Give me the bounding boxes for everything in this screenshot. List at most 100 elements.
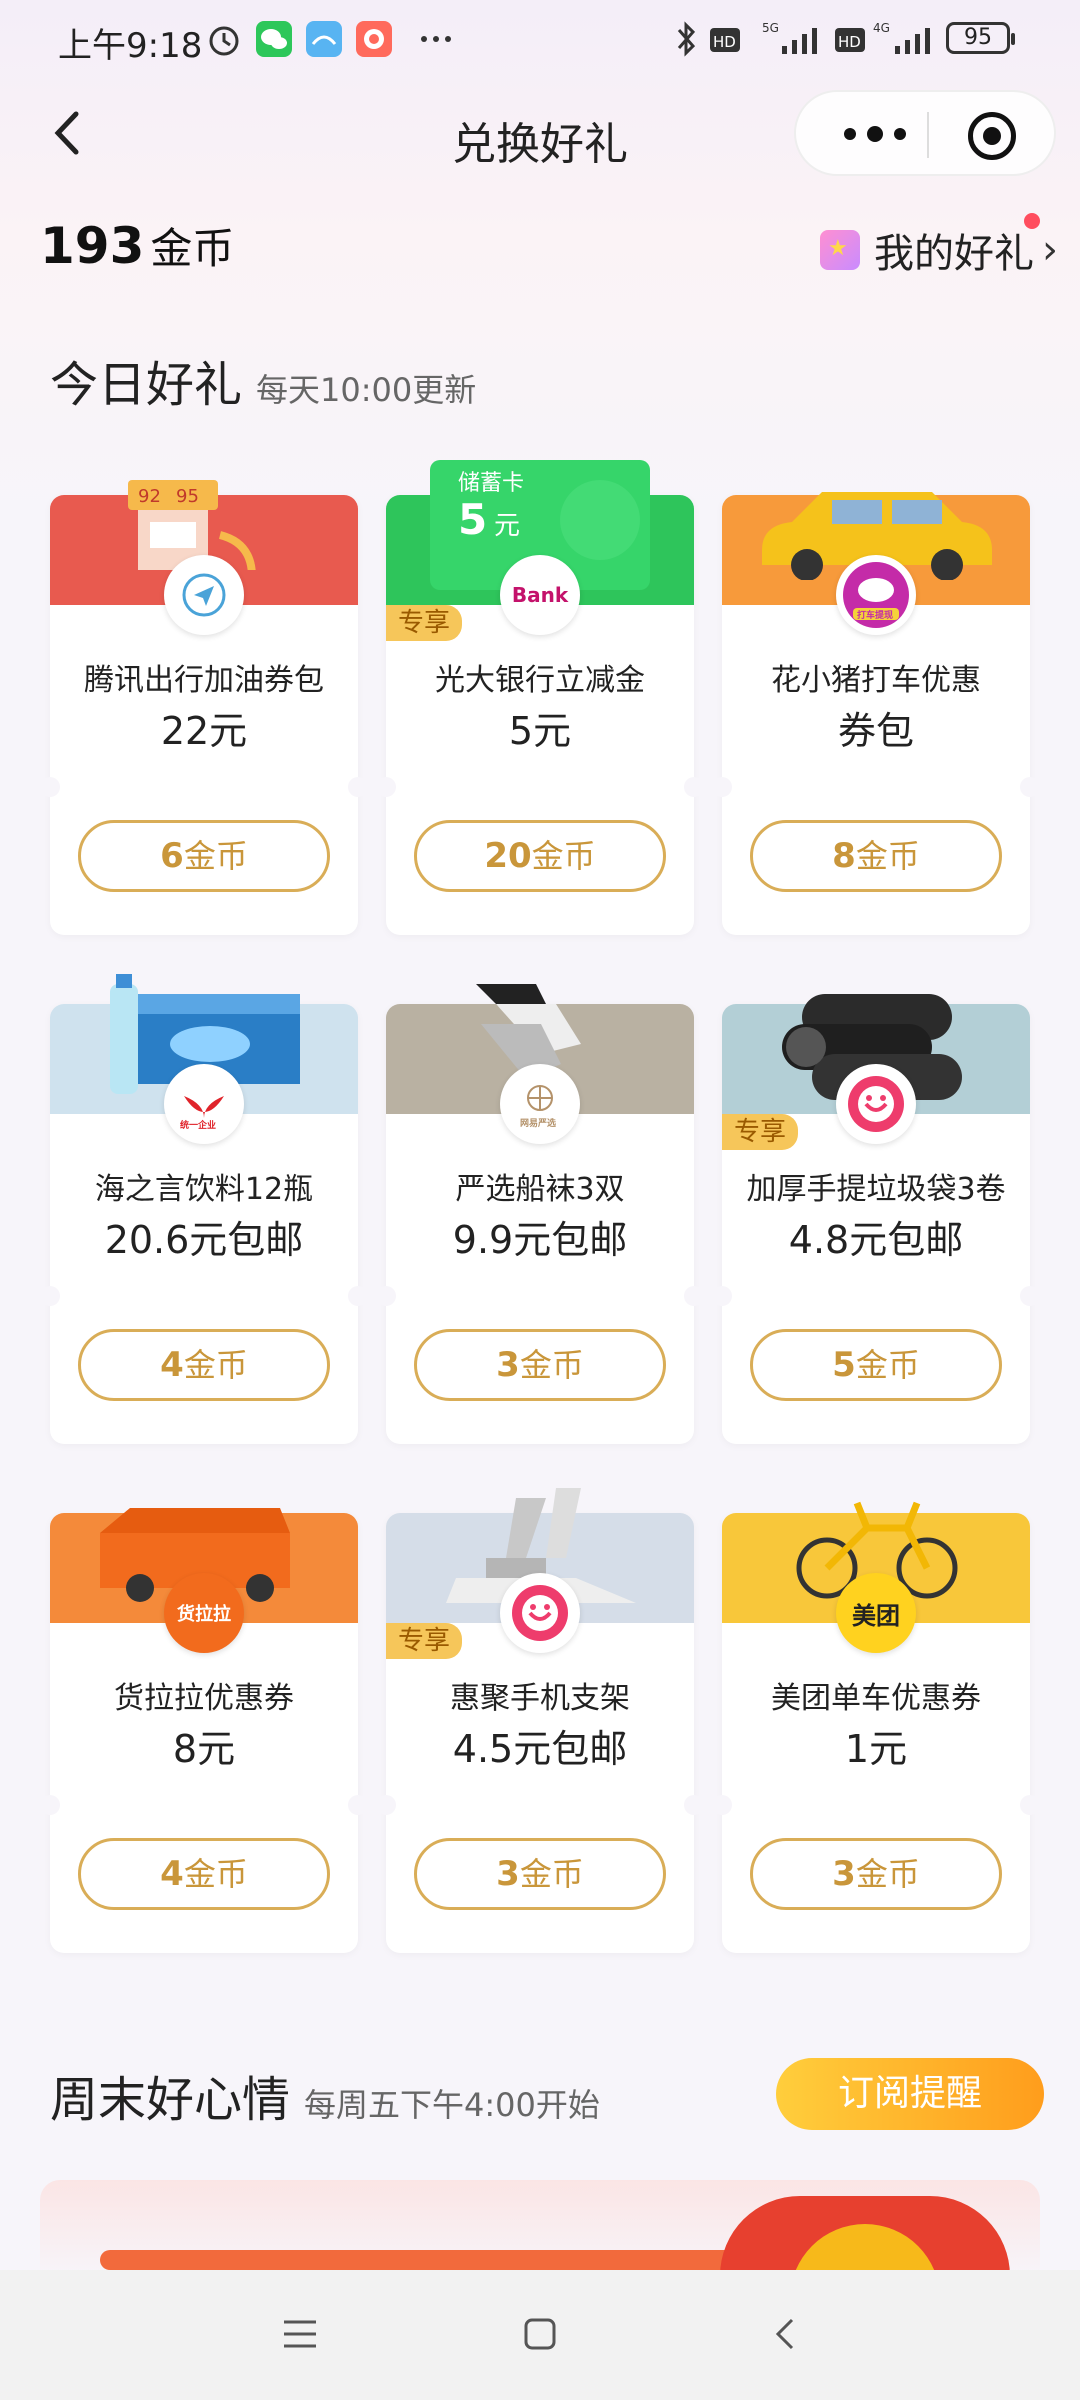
smile-logo-icon: [512, 1585, 568, 1641]
gift-price: 9.9元包邮: [452, 1218, 628, 1262]
gift-price: 1元: [844, 1727, 908, 1771]
svg-text:HD: HD: [838, 33, 861, 51]
my-gifts-link[interactable]: 我的好礼 ›: [820, 213, 1058, 278]
gift-price: 20.6元包邮: [104, 1218, 304, 1262]
coin-cost: 3: [496, 1345, 520, 1385]
ticket-notch: [1020, 1795, 1040, 1815]
gift-card[interactable]: 专享 加厚手提垃圾袋3卷 4.8元包邮 5金币: [712, 994, 1040, 1444]
home-icon[interactable]: [520, 2314, 560, 2354]
coin-cost-unit: 金币: [531, 837, 596, 875]
pig-logo-label: 打车提现: [857, 609, 893, 621]
system-navigation-bar: [0, 2270, 1080, 2400]
coin-cost: 8: [832, 836, 856, 876]
gift-name: 货拉拉优惠券: [114, 1681, 294, 1716]
weekend-subtitle: 每周五下午4:00开始: [304, 2086, 600, 2124]
gift-name: 加厚手提垃圾袋3卷: [746, 1172, 1006, 1207]
today-subtitle: 每天10:00更新: [256, 371, 477, 409]
uni-president-logo-icon: 统一企业: [180, 1096, 224, 1131]
gift-card[interactable]: 打车提现 花小猪打车优惠 券包 8金币: [712, 492, 1040, 935]
gift-card[interactable]: 美团 美团单车优惠券 1元 3金币: [712, 1501, 1040, 1953]
gift-logo: Bank: [500, 555, 580, 635]
ticket-notch: [348, 1795, 368, 1815]
gift-card[interactable]: 储蓄卡 5 元 专享 Bank 光大银行立减金 5元 20金币: [376, 460, 704, 935]
ticket-notch: [712, 1286, 732, 1306]
wechat-icon: [256, 21, 292, 57]
gift-logo: 美团: [836, 1573, 916, 1653]
exclusive-tag: 专享: [386, 605, 463, 641]
gift-name: 海之言饮料12瓶: [94, 1172, 314, 1207]
fuel-95-label: 95: [176, 486, 199, 507]
fuel-92-label: 92: [138, 486, 161, 507]
close-miniprogram-icon[interactable]: [968, 112, 1016, 160]
ticket-notch: [684, 777, 704, 797]
signal-4g-icon: HD 4G: [835, 21, 930, 54]
coin-cost-unit: 金币: [855, 1855, 920, 1893]
gift-calendar-icon: [820, 230, 860, 270]
gift-card[interactable]: 货拉拉 货拉拉优惠券 8元 4金币: [40, 1508, 368, 1953]
svg-text:4G: 4G: [873, 21, 890, 35]
ticket-notch: [712, 1795, 732, 1815]
ticket-notch: [348, 1286, 368, 1306]
card-unit: 元: [494, 511, 520, 541]
subscribe-reminder-button[interactable]: 订阅提醒: [776, 2058, 1044, 2130]
back-icon[interactable]: [766, 2314, 806, 2354]
today-title: 今日好礼: [50, 357, 243, 413]
ticket-notch: [1020, 1286, 1040, 1306]
game-app-icon: [356, 21, 392, 57]
ticket-notch: [348, 777, 368, 797]
gift-card[interactable]: 统一企业 海之言饮料12瓶 20.6元包邮 4金币: [40, 974, 368, 1444]
ticket-notch: [376, 1795, 396, 1815]
redeem-button[interactable]: 6金币: [78, 820, 330, 892]
coin-cost: 3: [832, 1854, 856, 1894]
gift-card[interactable]: 92 95 腾讯出行加油券包 22元 6金币: [40, 480, 368, 935]
gift-card[interactable]: 专享 惠聚手机支架 4.5元包邮 3金币: [376, 1488, 704, 1953]
chevron-right-icon: ›: [1042, 227, 1058, 273]
notification-dot: [1024, 213, 1040, 229]
ticket-notch: [684, 1286, 704, 1306]
redeem-button[interactable]: 8金币: [750, 820, 1002, 892]
weekend-section-title: 周末好心情 每周五下午4:00开始: [50, 2060, 600, 2130]
gift-logo: 货拉拉: [164, 1573, 244, 1653]
coin-cost-unit: 金币: [519, 1855, 584, 1893]
yanxuan-label: 网易严选: [520, 1117, 556, 1129]
coin-cost: 4: [160, 1345, 184, 1385]
gift-logo: [836, 1064, 916, 1144]
gift-price: 8元: [172, 1727, 236, 1771]
redeem-button[interactable]: 5金币: [750, 1329, 1002, 1401]
gift-name: 严选船袜3双: [455, 1172, 625, 1207]
exclusive-tag: 专享: [722, 1114, 799, 1150]
gift-price: 5元: [508, 709, 572, 753]
coin-unit: 金币: [150, 224, 235, 273]
redeem-button[interactable]: 3金币: [414, 1329, 666, 1401]
uni-president-label: 统一企业: [180, 1119, 216, 1131]
alarm-icon: [209, 26, 239, 56]
redeem-button[interactable]: 4金币: [78, 1329, 330, 1401]
coin-cost-unit: 金币: [183, 1855, 248, 1893]
more-menu-icon[interactable]: [830, 114, 920, 154]
card-value: 5: [458, 495, 487, 544]
redeem-button[interactable]: 3金币: [414, 1838, 666, 1910]
paper-plane-icon: [182, 573, 226, 617]
ticket-notch: [40, 1795, 60, 1815]
menu-icon[interactable]: [280, 2314, 320, 2354]
gift-name: 腾讯出行加油券包: [84, 663, 324, 698]
svg-text:HD: HD: [713, 33, 736, 51]
redeem-button[interactable]: 3金币: [750, 1838, 1002, 1910]
coin-cost: 6: [160, 836, 184, 876]
signal-5g-icon: HD 5G: [710, 21, 817, 54]
gift-name: 光大银行立减金: [435, 663, 645, 698]
redeem-button[interactable]: 20金币: [414, 820, 666, 892]
ticket-notch: [40, 1286, 60, 1306]
today-section-title: 今日好礼 每天10:00更新: [50, 345, 476, 415]
card-label: 储蓄卡: [458, 471, 524, 496]
gas-pump-icon: 92 95: [128, 480, 256, 570]
coin-cost: 4: [160, 1854, 184, 1894]
redeem-button[interactable]: 4金币: [78, 1838, 330, 1910]
coin-cost-unit: 金币: [183, 1346, 248, 1384]
bluetooth-icon: [677, 21, 696, 57]
gift-card[interactable]: 网易严选 严选船袜3双 9.9元包邮 3金币: [376, 984, 704, 1444]
gift-price: 4.5元包邮: [452, 1727, 628, 1771]
coin-value: 193: [40, 217, 145, 275]
exclusive-tag: 专享: [386, 1623, 463, 1659]
ticket-notch: [712, 777, 732, 797]
